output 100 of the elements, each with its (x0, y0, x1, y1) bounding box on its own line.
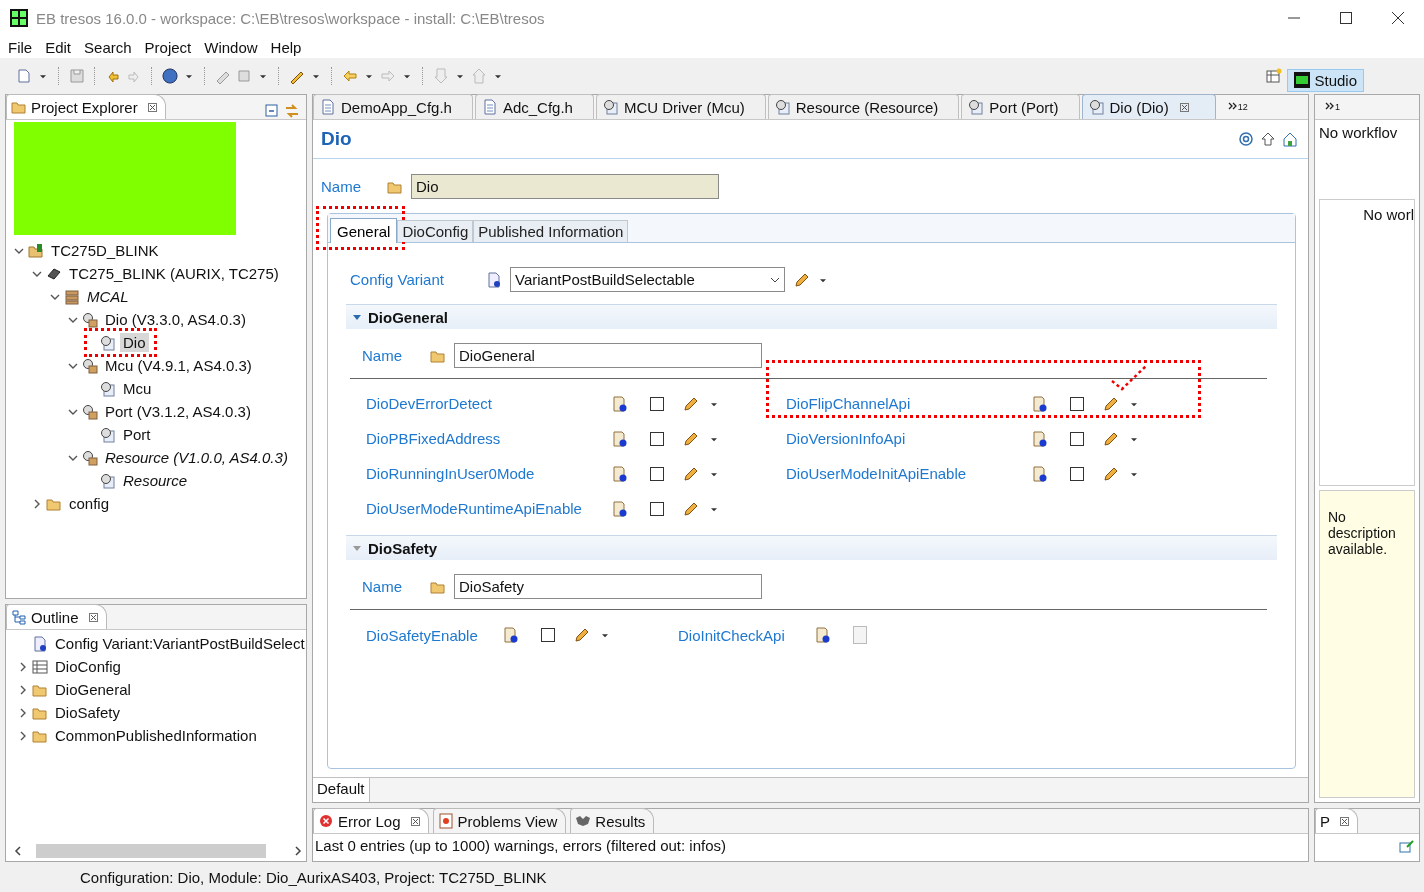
expand-toggle[interactable] (18, 684, 28, 695)
section-header[interactable]: DioSafety (346, 535, 1277, 560)
back-arrow-icon[interactable] (342, 68, 358, 84)
parameter-link[interactable]: DioSafetyEnable (366, 626, 493, 644)
checkbox[interactable] (650, 431, 664, 446)
tree-item[interactable]: Dio (V3.3.0, AS4.0.3) (102, 310, 249, 329)
tree-item[interactable]: Mcu (V4.9.1, AS4.0.3) (102, 356, 255, 375)
checkbox[interactable] (650, 501, 664, 516)
tab-overflow[interactable]: 1 (1315, 102, 1350, 112)
menu-item[interactable]: Window (204, 38, 258, 56)
tree-item[interactable]: Dio (120, 333, 149, 352)
variant-tab[interactable]: Default (313, 778, 370, 802)
close-icon[interactable] (88, 612, 98, 622)
expand-toggle[interactable] (18, 730, 28, 741)
outline-item[interactable]: Config Variant:VariantPostBuildSelect (52, 634, 308, 653)
view-tab[interactable]: Error Log (313, 808, 429, 833)
view-tab[interactable]: Outline (6, 604, 107, 629)
tree-item[interactable]: TC275D_BLINK (48, 241, 162, 260)
editor-tab[interactable]: DemoApp_Cfg.h (313, 94, 473, 119)
dropdown-caret-icon (770, 276, 780, 283)
view-tab[interactable]: P (1315, 808, 1358, 833)
variable-icon (612, 395, 628, 412)
editor-tab[interactable]: Dio (Dio) (1081, 94, 1216, 119)
checkbox[interactable] (1070, 466, 1084, 481)
variable-icon (1032, 395, 1048, 412)
editor-tab[interactable]: Port (Port) (961, 94, 1080, 119)
parameter-link[interactable]: DioRunningInUser0Mode (366, 465, 602, 482)
expand-toggle[interactable] (352, 543, 362, 553)
editor-tab[interactable]: Adc_Cfg.h (474, 94, 594, 119)
document-icon (32, 635, 48, 652)
view-tab[interactable]: Problems View (432, 808, 567, 833)
perspective-button[interactable]: Studio (1287, 68, 1364, 92)
scroll-right-icon[interactable] (294, 846, 302, 856)
checkbox[interactable] (541, 628, 555, 642)
field-label: Name (362, 347, 403, 364)
tree-item[interactable]: Port (V3.1.2, AS4.0.3) (102, 402, 254, 421)
maximize-icon[interactable] (1340, 12, 1352, 24)
close-icon[interactable] (1340, 816, 1349, 826)
ecu-icon (1294, 72, 1311, 88)
view-tab[interactable]: Project Explorer (6, 94, 166, 119)
name-field[interactable]: DioGeneral (454, 343, 762, 368)
workflow-dropdown[interactable]: No workflov (1319, 124, 1415, 141)
tab-overflow[interactable]: 12 (1217, 102, 1258, 112)
menu-item[interactable]: File (8, 38, 33, 56)
close-icon[interactable] (1392, 12, 1404, 24)
outline-item[interactable]: DioGeneral (52, 680, 134, 699)
pencil-icon (1102, 395, 1118, 412)
form-tab[interactable]: General (330, 218, 398, 243)
outline-item[interactable]: CommonPublishedInformation (52, 726, 260, 745)
pencil-icon (1102, 430, 1118, 447)
parameter-link[interactable]: DioPBFixedAddress (366, 430, 602, 447)
tree-item[interactable]: Mcu (120, 379, 155, 398)
parameter-link[interactable]: DioUserModeInitApiEnable (786, 465, 1022, 482)
expand-toggle[interactable] (18, 661, 28, 672)
name-field[interactable]: Dio (411, 174, 719, 199)
menu-item[interactable]: Edit (45, 38, 72, 56)
module-icon (82, 449, 98, 466)
close-icon[interactable] (1179, 102, 1189, 112)
module-icon (82, 357, 98, 374)
new-file-icon[interactable] (16, 68, 32, 84)
view-tab[interactable]: Results (570, 808, 655, 833)
app-logo-icon (10, 9, 28, 27)
tree-item[interactable]: Resource (V1.0.0, AS4.0.3) (102, 448, 291, 467)
expand-toggle[interactable] (18, 707, 28, 718)
form-tab[interactable]: DioConfig (397, 220, 474, 242)
parameter-link[interactable]: DioDevErrorDetect (366, 395, 602, 412)
section-header[interactable]: DioGeneral (346, 304, 1277, 329)
horizontal-scrollbar[interactable] (14, 843, 302, 859)
checkbox[interactable] (1070, 431, 1084, 446)
variant-dropdown[interactable]: VariantPostBuildSelectable (510, 267, 785, 292)
tree-item[interactable]: Resource (120, 471, 191, 490)
form-tab[interactable]: Published Information (473, 220, 629, 242)
tree-item[interactable]: TC275_BLINK (AURIX, TC275) (66, 264, 282, 283)
menu-item[interactable]: Project (144, 38, 192, 56)
outline-item[interactable]: DioSafety (52, 703, 124, 722)
editor-tab[interactable]: Resource (Resource) (767, 94, 960, 119)
close-icon[interactable] (410, 816, 420, 826)
scroll-left-icon[interactable] (14, 846, 22, 856)
tree-item[interactable]: config (66, 494, 113, 513)
parameter-link[interactable]: DioVersionInfoApi (786, 430, 1022, 447)
section-title: DioSafety (368, 539, 438, 557)
pencil-icon (682, 430, 698, 447)
link-icon (284, 103, 300, 119)
checkbox[interactable] (650, 396, 664, 411)
tree-item[interactable]: Port (120, 425, 154, 444)
variable-icon (612, 465, 628, 482)
close-icon[interactable] (147, 102, 157, 112)
menu-item[interactable]: Help (270, 38, 302, 56)
outline-item[interactable]: DioConfig (52, 657, 124, 676)
menu-item[interactable]: Search (84, 38, 132, 56)
expand-toggle[interactable] (32, 498, 42, 509)
name-field[interactable]: DioSafety (454, 574, 762, 599)
config-icon (968, 99, 985, 115)
editor-tab[interactable]: MCU Driver (Mcu) (595, 94, 766, 119)
parameter-link[interactable]: DioFlipChannelApi (786, 395, 1022, 412)
tree-item[interactable]: MCAL (84, 287, 132, 306)
parameter-link[interactable]: DioUserModeRuntimeApiEnable (366, 500, 602, 517)
checkbox[interactable] (1070, 396, 1084, 411)
checkbox[interactable] (650, 466, 664, 481)
expand-toggle[interactable] (352, 312, 362, 322)
